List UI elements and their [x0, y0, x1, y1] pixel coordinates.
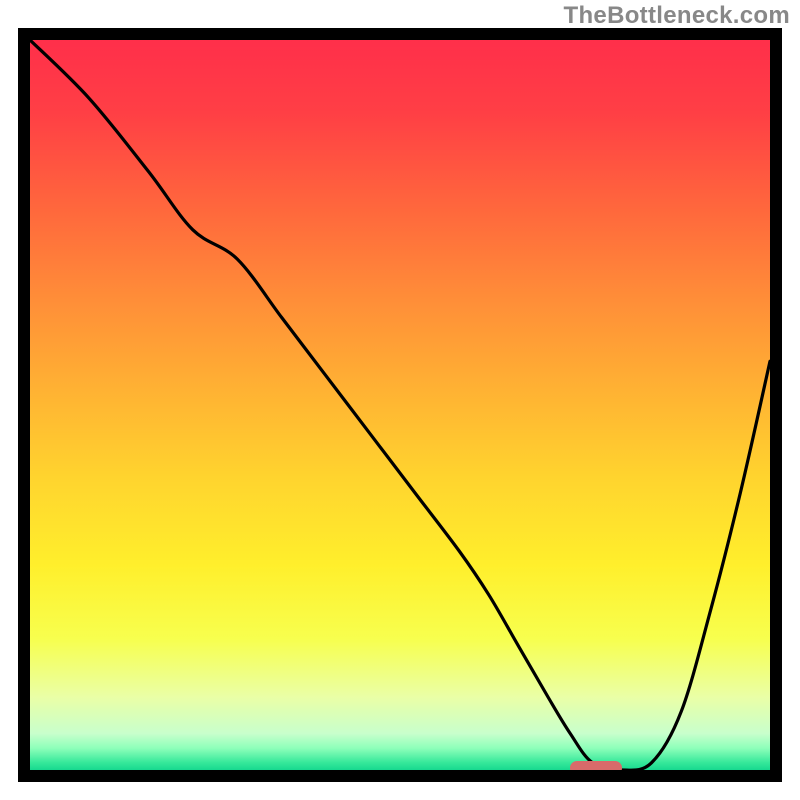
- gradient-background: [30, 40, 770, 770]
- bottleneck-curve: [30, 40, 770, 770]
- trough-marker: [570, 761, 622, 770]
- watermark-label: TheBottleneck.com: [564, 2, 790, 30]
